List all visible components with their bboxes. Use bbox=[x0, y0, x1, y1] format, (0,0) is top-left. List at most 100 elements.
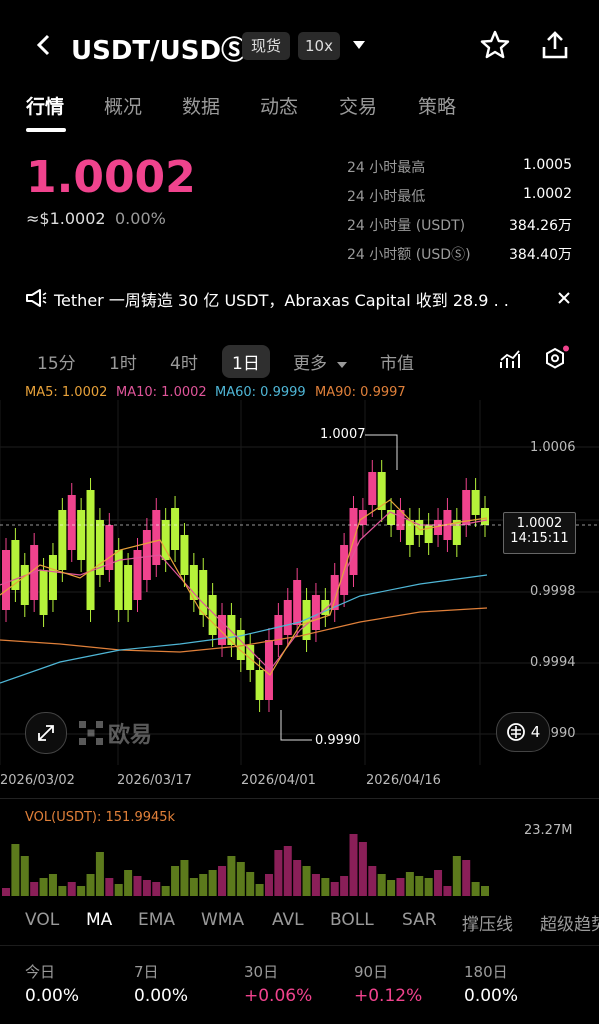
perf-label-today: 今日 bbox=[25, 963, 56, 981]
date-label-1: 2026/03/02 bbox=[0, 773, 75, 788]
indicator-ma[interactable]: MA bbox=[86, 910, 112, 930]
candle-body bbox=[20, 565, 29, 605]
volume-bar bbox=[452, 856, 461, 896]
news-ticker[interactable]: Tether 一周铸造 30 亿 USDT，Abraxas Capital 收到… bbox=[54, 287, 509, 311]
volume-bar bbox=[189, 878, 198, 896]
indicator-support-resistance[interactable]: 撑压线 bbox=[462, 910, 513, 935]
last-price-tag-countdown: 14:15:11 bbox=[510, 531, 569, 546]
indicator-button[interactable] bbox=[496, 346, 524, 374]
candle-body bbox=[67, 495, 76, 550]
perf-label-180d: 180日 bbox=[464, 963, 508, 981]
candle-body bbox=[77, 510, 86, 560]
y-tick-0.9994: 0.9994 bbox=[530, 655, 576, 670]
star-icon bbox=[480, 30, 510, 59]
indicator-vol[interactable]: VOL bbox=[25, 910, 59, 930]
candle-body bbox=[368, 472, 377, 505]
candle-body bbox=[415, 520, 424, 535]
volume-bar bbox=[48, 874, 57, 896]
tab-news[interactable]: 动态 bbox=[260, 92, 298, 119]
back-button[interactable] bbox=[28, 30, 58, 60]
pair-dropdown-button[interactable] bbox=[348, 34, 370, 56]
indicator-avl[interactable]: AVL bbox=[272, 910, 304, 930]
okx-logo-icon bbox=[79, 721, 103, 745]
tab-data[interactable]: 数据 bbox=[182, 92, 220, 119]
indicator-boll[interactable]: BOLL bbox=[330, 910, 374, 930]
volume-bar bbox=[462, 860, 471, 896]
candle-body bbox=[124, 565, 133, 610]
candle-body bbox=[405, 520, 414, 545]
volume-bar bbox=[481, 886, 489, 896]
period-15m[interactable]: 15分 bbox=[37, 349, 76, 374]
volume-bar bbox=[227, 856, 236, 896]
layers-badge-count: 4 bbox=[530, 723, 541, 741]
volume-bar bbox=[471, 882, 480, 896]
period-4h[interactable]: 4时 bbox=[170, 349, 198, 374]
period-1h[interactable]: 1时 bbox=[109, 349, 137, 374]
date-label-3: 2026/04/01 bbox=[241, 773, 316, 788]
candle-body bbox=[171, 508, 180, 550]
chart-indicator-icon bbox=[500, 350, 520, 368]
volume-bar bbox=[396, 878, 405, 896]
tab-strategy[interactable]: 策略 bbox=[418, 92, 456, 119]
volume-bar bbox=[105, 878, 114, 896]
date-label-2: 2026/03/17 bbox=[117, 773, 192, 788]
volume-bar bbox=[405, 872, 414, 896]
volume-bar bbox=[180, 860, 189, 896]
period-market-cap[interactable]: 市值 bbox=[380, 349, 414, 374]
volume-bar bbox=[443, 886, 452, 896]
candle-body bbox=[2, 550, 10, 610]
indicator-supertrend[interactable]: 超级趋势 bbox=[540, 910, 599, 935]
volume-bar bbox=[246, 872, 255, 896]
favorite-button[interactable] bbox=[478, 28, 512, 62]
stat-label-low: 24 小时最低 bbox=[347, 189, 426, 205]
indicator-sar[interactable]: SAR bbox=[402, 910, 437, 930]
candle-body bbox=[462, 490, 471, 525]
volume-bar bbox=[293, 860, 302, 896]
volume-bar bbox=[358, 842, 367, 896]
dropdown-caret-icon bbox=[353, 41, 365, 49]
indicator-wma[interactable]: WMA bbox=[201, 910, 244, 930]
candle-body bbox=[255, 670, 264, 700]
perf-label-30d: 30日 bbox=[244, 963, 279, 981]
period-1d[interactable]: 1日 bbox=[222, 345, 270, 378]
fullscreen-button[interactable] bbox=[25, 712, 67, 754]
watermark-text: 欧易 bbox=[108, 723, 153, 748]
megaphone-icon bbox=[26, 289, 47, 307]
candle-body bbox=[11, 540, 20, 590]
tab-market[interactable]: 行情 bbox=[26, 92, 64, 119]
leverage-tag: 10x bbox=[298, 32, 340, 60]
indicator-ema[interactable]: EMA bbox=[138, 910, 175, 930]
volume-bar bbox=[340, 876, 349, 896]
candle-body bbox=[227, 615, 236, 645]
perf-value-7d: 0.00% bbox=[134, 986, 189, 1006]
tab-trade[interactable]: 交易 bbox=[339, 92, 377, 119]
volume-chart bbox=[2, 834, 489, 896]
share-button[interactable] bbox=[538, 28, 572, 62]
last-price-tag: 1.0002 14:15:11 bbox=[503, 512, 576, 554]
volume-bar bbox=[152, 882, 161, 896]
perf-value-90d: +0.12% bbox=[354, 986, 423, 1006]
layers-badge-button[interactable]: 4 bbox=[496, 712, 550, 752]
candle-body bbox=[142, 530, 151, 580]
ma60-legend: MA60: 0.9999 bbox=[215, 385, 306, 400]
volume-bar bbox=[349, 834, 358, 896]
ma90-legend: MA90: 0.9997 bbox=[315, 385, 406, 400]
candle-body bbox=[481, 508, 489, 525]
volume-bar bbox=[321, 878, 330, 896]
volume-bar bbox=[114, 884, 123, 896]
share-icon bbox=[542, 31, 568, 59]
pair-title[interactable]: USDT/USDⓈ bbox=[71, 30, 247, 67]
watermark: 欧易 bbox=[78, 717, 152, 749]
stat-value-turnover: 384.40万 bbox=[509, 247, 572, 263]
volume-bar bbox=[161, 886, 170, 896]
chart-divider bbox=[0, 798, 599, 799]
tab-overview[interactable]: 概况 bbox=[104, 92, 142, 119]
news-close-button[interactable] bbox=[554, 288, 574, 308]
chart-settings-button[interactable] bbox=[540, 344, 570, 374]
last-price: 1.0002 bbox=[26, 152, 196, 203]
volume-bar bbox=[368, 866, 377, 896]
period-more[interactable]: 更多 bbox=[293, 349, 348, 374]
volume-bar bbox=[77, 886, 86, 896]
layers-icon bbox=[506, 723, 525, 741]
volume-bar bbox=[434, 870, 443, 896]
